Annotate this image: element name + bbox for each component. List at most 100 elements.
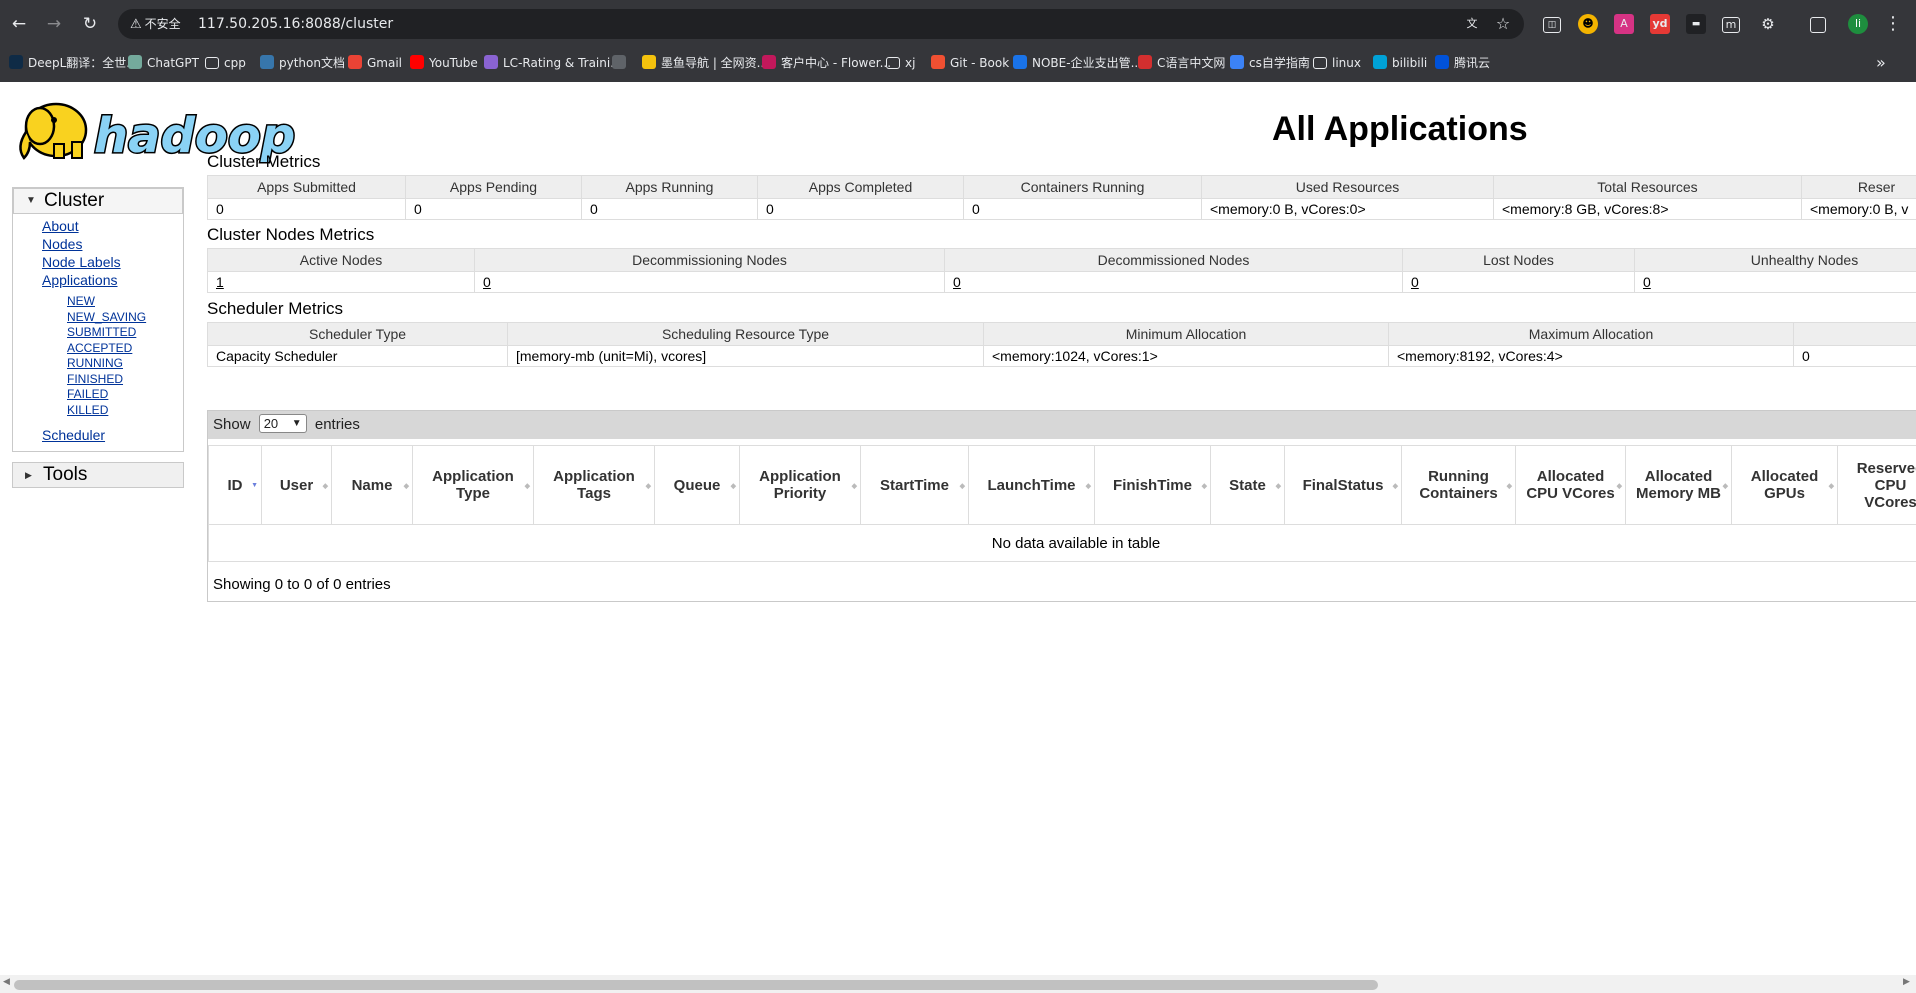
bookmark-item[interactable]: xj	[886, 54, 915, 72]
back-icon[interactable]: ←	[7, 12, 31, 36]
bookmark-item[interactable]	[612, 54, 631, 72]
bookmark-item[interactable]: 客户中心 - Flower...	[762, 54, 891, 72]
nav-item: Scheduler	[13, 427, 183, 445]
metrics-value-link[interactable]: 1	[216, 274, 224, 290]
horizontal-scrollbar[interactable]: ◀ ▶	[0, 975, 1916, 993]
scroll-right-icon[interactable]: ▶	[1903, 977, 1910, 987]
metrics-header-cell: Lost Nodes	[1402, 248, 1635, 272]
column-header-queue[interactable]: Queue ◆	[654, 445, 740, 525]
scroll-left-icon[interactable]: ◀	[3, 977, 10, 987]
bookmark-item[interactable]: 墨鱼导航 | 全网资...	[642, 54, 768, 72]
nav-item: Applications	[13, 272, 183, 290]
column-header-user[interactable]: User ◆	[261, 445, 332, 525]
sort-both-icon: ◆	[959, 483, 965, 490]
sort-both-icon: ◆	[730, 483, 736, 490]
nav-link-state-finished[interactable]: FINISHED	[67, 372, 123, 386]
browser-chrome: ← → ↻ ⚠ 不安全 117.50.205.16:8088/cluster 文 …	[0, 0, 1916, 82]
translate-icon[interactable]: 文	[1462, 14, 1482, 34]
column-header-reserved-cpu-vcores[interactable]: Reserved CPU VCores◆	[1837, 445, 1916, 525]
profile-avatar[interactable]: li	[1848, 14, 1868, 34]
bookmark-label: NOBE-企业支出管...	[1032, 56, 1143, 70]
tools-header[interactable]: ▶ Tools	[12, 462, 184, 488]
extension-translate-pink-icon[interactable]: A	[1614, 14, 1634, 34]
nav-link-scheduler[interactable]: Scheduler	[42, 427, 105, 443]
nav-link-applications[interactable]: Applications	[42, 272, 118, 288]
extension-face-icon[interactable]: ☻	[1578, 14, 1598, 34]
bookmark-item[interactable]: cs自学指南	[1230, 54, 1310, 72]
bookmark-item[interactable]: cpp	[205, 54, 246, 72]
bookmark-item[interactable]: 腾讯云	[1435, 54, 1490, 72]
bookmark-label: bilibili	[1392, 56, 1428, 70]
column-header-finishtime[interactable]: FinishTime ◆	[1094, 445, 1211, 525]
side-panel-icon[interactable]	[1810, 17, 1826, 33]
flower-icon	[762, 55, 776, 69]
forward-icon[interactable]: →	[42, 12, 66, 36]
bookmark-item[interactable]: linux	[1313, 54, 1361, 72]
extension-youdao-icon[interactable]: yd	[1650, 14, 1670, 34]
nav-link-state-failed[interactable]: FAILED	[67, 387, 108, 401]
nav-link-state-running[interactable]: RUNNING	[67, 356, 123, 370]
entries-select-value: 20	[263, 416, 279, 431]
column-header-application-priority[interactable]: Application Priority ◆	[739, 445, 861, 525]
sort-both-icon: ◆	[1616, 483, 1622, 490]
bookmark-item[interactable]: NOBE-企业支出管...	[1013, 54, 1142, 72]
nav-state-item: NEW_SAVING	[13, 310, 183, 326]
scrollbar-thumb[interactable]	[14, 980, 1378, 990]
nav-link-nodes[interactable]: Nodes	[42, 236, 82, 252]
bookmark-item[interactable]: Gmail	[348, 54, 402, 72]
browser-menu-icon[interactable]: ⋮	[1884, 12, 1902, 36]
metrics-value-link[interactable]: 0	[953, 274, 961, 290]
column-header-application-type[interactable]: Application Type ◆	[412, 445, 534, 525]
metrics-value-link[interactable]: 0	[1411, 274, 1419, 290]
column-header-starttime[interactable]: StartTime ◆	[860, 445, 969, 525]
column-header-allocated-gpus[interactable]: Allocated GPUs ◆	[1731, 445, 1838, 525]
entries-select[interactable]: 20 ▼	[258, 414, 307, 433]
url-text[interactable]: 117.50.205.16:8088/cluster	[198, 15, 393, 33]
nav-link-state-killed[interactable]: KILLED	[67, 403, 108, 417]
sort-both-icon: ◆	[645, 483, 651, 490]
cluster-metrics-title: Cluster Metrics	[207, 152, 321, 171]
metrics-value-cell: <memory:0 B, v	[1801, 198, 1916, 220]
bookmark-item[interactable]: python文档	[260, 54, 345, 72]
address-bar[interactable]: ⚠ 不安全 117.50.205.16:8088/cluster	[118, 9, 1524, 39]
column-header-allocated-memory-mb[interactable]: Allocated Memory MB ◆	[1625, 445, 1732, 525]
nav-link-state-submitted[interactable]: SUBMITTED	[67, 325, 136, 339]
extension-reader-icon[interactable]: ◫	[1543, 17, 1561, 33]
nav-link-about[interactable]: About	[42, 218, 79, 234]
metrics-header-cell: Apps Pending	[405, 175, 582, 199]
bookmark-item[interactable]: DeepL翻译：全世...	[9, 54, 138, 72]
bookmark-item[interactable]: Git - Book	[931, 54, 1009, 72]
nav-link-state-new_saving[interactable]: NEW_SAVING	[67, 310, 146, 324]
security-indicator[interactable]: ⚠ 不安全	[130, 14, 181, 34]
metrics-value-cell: <memory:8 GB, vCores:8>	[1493, 198, 1802, 220]
cluster-header[interactable]: ▼ Cluster	[13, 188, 183, 214]
metrics-value-link[interactable]: 0	[1643, 274, 1651, 290]
reload-icon[interactable]: ↻	[78, 12, 102, 36]
metrics-header-cell	[1793, 322, 1916, 346]
column-header-name[interactable]: Name ◆	[331, 445, 413, 525]
bookmark-item[interactable]: bilibili	[1373, 54, 1427, 72]
nav-link-node-labels[interactable]: Node Labels	[42, 254, 121, 270]
column-header-finalstatus[interactable]: FinalStatus ◆	[1284, 445, 1402, 525]
column-header-application-tags[interactable]: Application Tags ◆	[533, 445, 655, 525]
extension-terminal-icon[interactable]: ▬	[1686, 14, 1706, 34]
nav-link-state-accepted[interactable]: ACCEPTED	[67, 341, 132, 355]
bookmark-item[interactable]: YouTube	[410, 54, 478, 72]
column-header-allocated-cpu-vcores[interactable]: Allocated CPU VCores ◆	[1515, 445, 1626, 525]
metrics-value-row: Capacity Scheduler [memory-mb (unit=Mi), …	[207, 345, 1916, 367]
left-navigation: ▼ Cluster About Nodes Node Labels Applicati…	[12, 187, 184, 488]
column-header-launchtime[interactable]: LaunchTime ◆	[968, 445, 1095, 525]
bookmark-item[interactable]: LC-Rating & Traini...	[484, 54, 622, 72]
extension-m-icon[interactable]: m	[1722, 17, 1740, 33]
extensions-puzzle-icon[interactable]: ⚙	[1758, 14, 1778, 34]
bookmark-item[interactable]: ChatGPT	[128, 54, 199, 72]
bookmarks-overflow-icon[interactable]: »	[1876, 50, 1886, 76]
column-header-state[interactable]: State ◆	[1210, 445, 1285, 525]
nav-link-state-new[interactable]: NEW	[67, 294, 95, 308]
bookmark-item[interactable]: C语言中文网	[1138, 54, 1225, 72]
column-header-running-containers[interactable]: Running Containers ◆	[1401, 445, 1516, 525]
column-header-id[interactable]: ID ▼	[208, 445, 262, 525]
column-header-label: Application Priority	[759, 468, 841, 502]
metrics-value-link[interactable]: 0	[483, 274, 491, 290]
star-icon[interactable]: ☆	[1493, 14, 1513, 34]
